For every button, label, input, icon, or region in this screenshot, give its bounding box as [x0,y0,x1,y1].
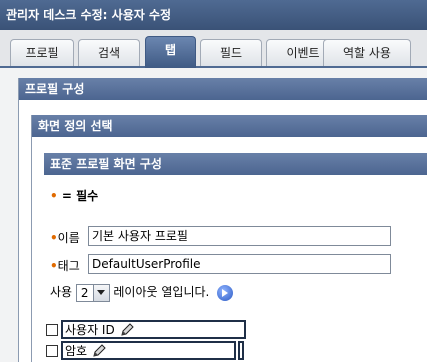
resize-handle[interactable] [238,341,244,360]
columns-select[interactable]: 2 [75,283,110,302]
tag-row: •태그 [50,257,80,274]
tag-field[interactable]: DefaultUserProfile [88,254,391,274]
columns-select-value: 2 [80,285,89,300]
layout-prefix: 사용 [50,285,73,299]
tab-tabs[interactable]: 탭 [145,36,196,68]
go-arrow-icon[interactable] [217,284,234,301]
name-row: •이름 [50,229,80,246]
required-dot-icon: • [50,189,58,203]
user-id-checkbox[interactable] [46,323,58,336]
password-field-box[interactable]: 암호 [61,341,236,360]
user-id-label: 사용자 ID [65,323,115,337]
password-label: 암호 [65,344,88,358]
required-legend-text: = 필수 [61,189,99,203]
window-title: 관리자 데스크 수정: 사용자 수정 [0,0,427,30]
tag-label: 태그 [57,259,80,273]
layout-row: 사용 2 레이아웃 열입니다. [50,283,234,302]
user-id-field-box[interactable]: 사용자 ID [61,320,246,339]
list-item: 사용자 ID [46,320,246,339]
tab-profile[interactable]: 프로필 [10,39,74,66]
standard-profile-header: 표준 프로필 화면 구성 [44,153,427,175]
profile-config-header: 프로필 구성 [19,78,427,100]
content-area: 프로필 구성 화면 정의 선택 표준 프로필 화면 구성 • = 필수 •이름 … [0,68,427,362]
chevron-down-icon[interactable] [92,284,109,301]
required-dot-icon: • [50,259,58,273]
layout-suffix: 레이아웃 열입니다. [113,285,210,299]
name-field[interactable]: 기본 사용자 프로필 [88,226,391,246]
password-checkbox[interactable] [46,344,58,357]
list-item: 암호 [46,341,244,360]
screen-def-header: 화면 정의 선택 [32,115,427,137]
tab-search[interactable]: 검색 [78,39,140,66]
tab-role-usage[interactable]: 역할 사용 [323,39,411,66]
tab-strip: 프로필 검색 탭 필드 이벤트 역할 사용 [0,30,427,68]
required-dot-icon: • [50,231,58,245]
pencil-icon[interactable] [120,322,134,337]
name-label: 이름 [57,231,80,245]
required-legend: • = 필수 [50,187,98,204]
pencil-icon[interactable] [92,343,106,358]
tab-fields[interactable]: 필드 [200,39,262,66]
